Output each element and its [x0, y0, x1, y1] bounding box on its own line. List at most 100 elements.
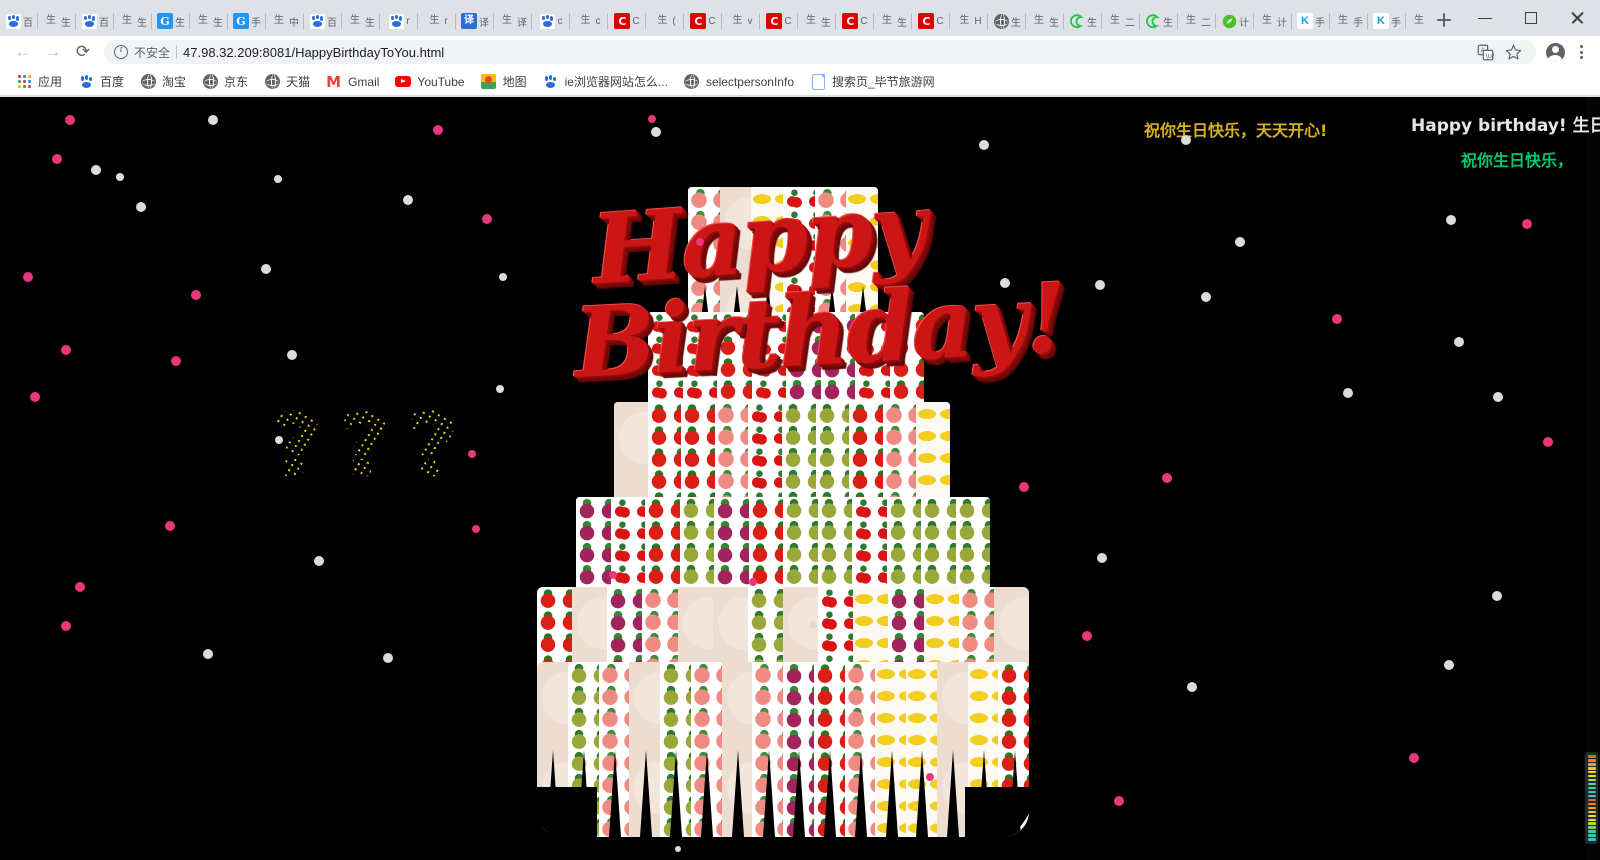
- bookmark-item[interactable]: selectpersonInfo: [676, 72, 802, 92]
- site-info-icon[interactable]: [114, 44, 128, 59]
- tab[interactable]: K手: [1292, 6, 1330, 36]
- google-icon: G: [157, 13, 173, 29]
- cake-notch: [885, 750, 898, 837]
- confetti-dot: [403, 195, 413, 205]
- omnibox-actions: A \u6587: [1472, 39, 1526, 65]
- greeting-gold: 祝你生日快乐，天天开心!: [1144, 121, 1328, 140]
- tab[interactable]: 计: [1216, 6, 1254, 36]
- tab[interactable]: 百: [76, 6, 114, 36]
- minimize-button[interactable]: [1462, 2, 1508, 34]
- tab[interactable]: CC: [912, 6, 950, 36]
- confetti-dot: [496, 385, 504, 393]
- window-controls: [1462, 0, 1600, 36]
- bookmark-item[interactable]: 百度: [70, 71, 132, 92]
- confetti-dot: [1493, 392, 1503, 402]
- back-button[interactable]: ←: [8, 37, 38, 67]
- bookmark-item[interactable]: 应用: [8, 71, 70, 92]
- tab[interactable]: 生(: [646, 6, 684, 36]
- confetti-dot: [1181, 135, 1191, 145]
- kotlin-icon: K: [1297, 13, 1313, 29]
- tab[interactable]: G生: [152, 6, 190, 36]
- tab[interactable]: G手: [228, 6, 266, 36]
- confetti-dot: [433, 125, 443, 135]
- birthday-cake-graphic: [0, 97, 1600, 860]
- tab[interactable]: 生译: [494, 6, 532, 36]
- baidu-icon: [543, 74, 559, 90]
- cake-notch: [947, 750, 960, 837]
- confetti-dot: [472, 525, 480, 533]
- tab[interactable]: 生生: [1026, 6, 1064, 36]
- tab[interactable]: 生生: [874, 6, 912, 36]
- tab[interactable]: r: [380, 6, 418, 36]
- tab[interactable]: 生r: [418, 6, 456, 36]
- globe-icon: [140, 74, 156, 90]
- tab[interactable]: 生生: [798, 6, 836, 36]
- tab[interactable]: CC: [608, 6, 646, 36]
- bookmark-item[interactable]: 淘宝: [132, 71, 194, 92]
- tab[interactable]: 生计: [1254, 6, 1292, 36]
- bookmark-item[interactable]: 地图: [473, 71, 535, 92]
- confetti-dot: [136, 202, 146, 212]
- youtube-icon: [395, 74, 412, 90]
- tab[interactable]: 生手: [1406, 6, 1424, 36]
- tab[interactable]: CC: [836, 6, 874, 36]
- cake-notch: [670, 750, 683, 837]
- tab[interactable]: 生二: [1178, 6, 1216, 36]
- tab[interactable]: CC: [684, 6, 722, 36]
- address-bar[interactable]: 不安全 47.98.32.209:8081/HappyBirthdayToYou…: [104, 40, 1536, 64]
- tab[interactable]: 生生: [190, 6, 228, 36]
- bookmark-item[interactable]: 搜索页_毕节旅游网: [802, 71, 943, 92]
- forward-button[interactable]: →: [38, 37, 68, 67]
- spring-icon: [1069, 13, 1085, 29]
- confetti-dot: [61, 621, 71, 631]
- bookmark-item[interactable]: 京东: [194, 71, 256, 92]
- translate-icon[interactable]: A \u6587: [1472, 39, 1498, 65]
- tab[interactable]: 生中: [266, 6, 304, 36]
- omnibox-divider: [176, 45, 178, 59]
- bookmark-item[interactable]: 天猫: [256, 71, 318, 92]
- tab[interactable]: 生: [1140, 6, 1178, 36]
- tab[interactable]: 生v: [722, 6, 760, 36]
- tab-title: 百: [23, 17, 33, 29]
- tab[interactable]: 生生: [114, 6, 152, 36]
- tab[interactable]: K手: [1368, 6, 1406, 36]
- tab-title: 生: [1087, 17, 1097, 29]
- avatar-icon[interactable]: [1542, 39, 1568, 65]
- tab-title: 生: [137, 17, 147, 29]
- tab[interactable]: CC: [760, 6, 798, 36]
- tab[interactable]: 百: [304, 6, 342, 36]
- confetti-dot: [926, 773, 934, 781]
- kebab-menu-icon[interactable]: [1568, 39, 1594, 65]
- globe-icon: [202, 74, 218, 90]
- reload-button[interactable]: ⟳: [68, 37, 98, 67]
- tab[interactable]: 生手: [1330, 6, 1368, 36]
- close-window-button[interactable]: [1554, 2, 1600, 34]
- tab-list[interactable]: 百生生百生生 G 生生生 G 手生中百生生 r 生 r 译译生译 c 生 c C C 生(C C 生 v C C 生生 C…: [0, 0, 1424, 36]
- tab-title: H: [974, 15, 982, 27]
- page-scrollbar[interactable]: [1585, 97, 1600, 860]
- confetti-dot: [1114, 796, 1124, 806]
- cake-notch: [916, 750, 929, 837]
- tab[interactable]: 百: [0, 6, 38, 36]
- confetti-dot: [203, 649, 213, 659]
- tab[interactable]: 译译: [456, 6, 494, 36]
- tab[interactable]: 生H: [950, 6, 988, 36]
- tab[interactable]: c: [532, 6, 570, 36]
- tab[interactable]: 生: [1064, 6, 1102, 36]
- bookmark-item[interactable]: YouTube: [387, 72, 472, 92]
- bookmark-item[interactable]: M Gmail: [318, 72, 387, 92]
- page-icon: 生: [959, 15, 970, 26]
- maximize-button[interactable]: [1508, 2, 1554, 34]
- tab[interactable]: 生生: [38, 6, 76, 36]
- confetti-dot: [275, 436, 283, 444]
- new-tab-button[interactable]: [1430, 6, 1458, 34]
- confetti-dot: [116, 173, 124, 181]
- confetti-dot: [1492, 591, 1502, 601]
- tab[interactable]: 生二: [1102, 6, 1140, 36]
- tab[interactable]: 生生: [342, 6, 380, 36]
- tab[interactable]: 生: [988, 6, 1026, 36]
- star-icon[interactable]: [1500, 39, 1526, 65]
- tab-title: 生: [1011, 17, 1021, 29]
- tab[interactable]: 生c: [570, 6, 608, 36]
- bookmark-item[interactable]: ie浏览器网站怎么...: [535, 71, 676, 92]
